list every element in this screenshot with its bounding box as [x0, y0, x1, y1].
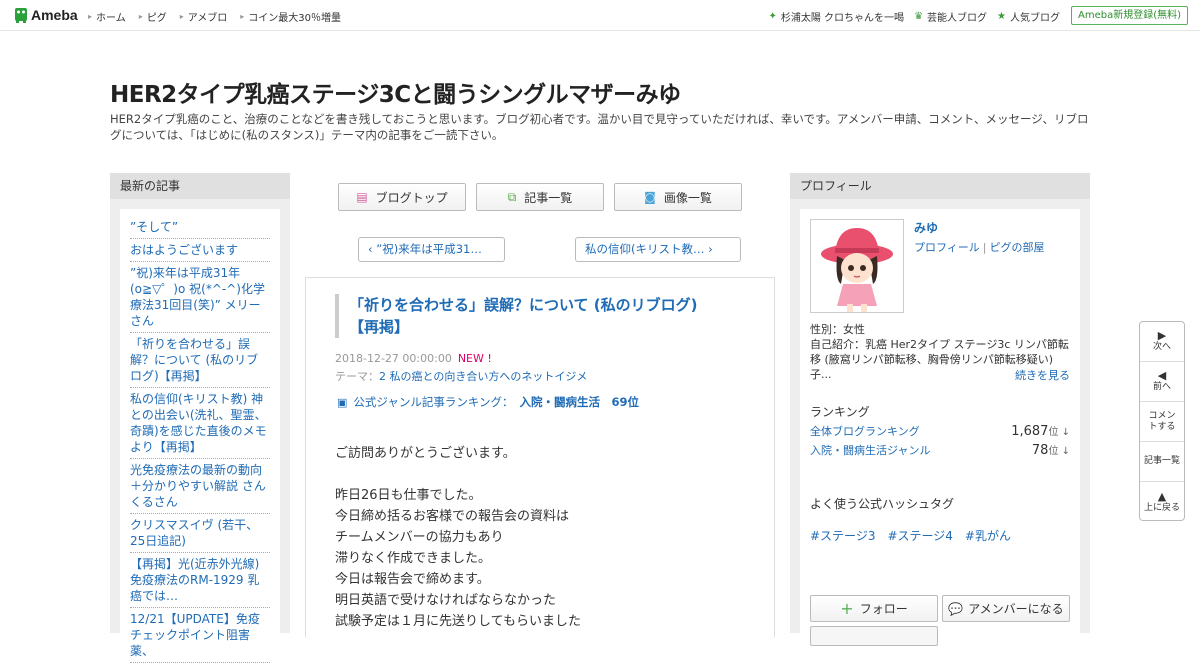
logo-text: Ameba: [31, 6, 78, 23]
new-badge: NEW !: [457, 352, 492, 365]
back-to-top-button[interactable]: ▲ 上に戻る: [1140, 482, 1184, 522]
body-line: 今日は報告会で締めます。: [335, 572, 490, 587]
crown-icon: ♛: [914, 11, 924, 22]
caret-right-icon: ▸: [240, 12, 245, 21]
recent-posts-list: ”そして” おはようございます ”祝)来年は平成31年(o≧▽゜)o 祝(*^-…: [120, 209, 280, 663]
ameba-logo[interactable]: Ameba: [14, 6, 78, 23]
article-date: 2018-12-27 00:00:00 NEW !: [335, 352, 492, 365]
camera-icon: ◙: [644, 190, 656, 204]
profile-name[interactable]: みゆ: [914, 219, 938, 236]
hashtag-link[interactable]: #乳がん: [965, 527, 1011, 544]
prev-button[interactable]: ◀ 前へ: [1140, 362, 1184, 402]
next-article-link[interactable]: 私の信仰(キリスト教… ›: [575, 237, 741, 262]
avatar[interactable]: [810, 219, 904, 313]
nav-home[interactable]: ▸ ホーム: [88, 9, 126, 24]
ameba-logo-icon: [15, 8, 27, 23]
hashtag-link[interactable]: #ステージ3: [810, 527, 875, 544]
nav-ameblo[interactable]: ▸ アメブロ: [180, 9, 228, 24]
copy-icon: ⧉: [507, 189, 517, 204]
caret-right-icon: ▸: [138, 12, 143, 21]
speech-bubble-icon: 💬: [948, 601, 964, 616]
profile-gender: 性別：女性: [810, 323, 865, 336]
next-button[interactable]: ▶ 次へ: [1140, 322, 1184, 362]
ranking-row-genre[interactable]: 入院・闘病生活ジャンル 78位 ↓: [810, 442, 1070, 458]
triangle-up-icon: ▲: [1157, 489, 1167, 503]
divider: |: [982, 241, 987, 254]
body-line: 明日英語で受けなければならなかった: [335, 593, 557, 608]
body-line: ご訪問ありがとうございます。: [335, 446, 516, 461]
global-nav: ▸ ホーム ▸ ピグ ▸ アメブロ ▸ コイン最大30％増量: [88, 9, 354, 24]
hashtag-list: #ステージ3 #ステージ4 #乳がん: [810, 527, 1023, 544]
list-item[interactable]: ”そして”: [130, 216, 270, 239]
amember-button[interactable]: 💬 アメンバーになる: [942, 595, 1070, 622]
triangle-right-icon: ▶: [1157, 329, 1167, 342]
hashtag-link[interactable]: #ステージ4: [887, 527, 952, 544]
document-icon: ▤: [356, 190, 368, 204]
profile-link[interactable]: プロフィール: [914, 241, 980, 254]
profile-panel: プロフィール みゆ プロフィール | ピグの部屋 性別：女性 自己紹介：乳癌 Her…: [790, 173, 1090, 646]
ranking-row-overall[interactable]: 全体ブログランキング 1,687位 ↓: [810, 423, 1070, 439]
body-line: [335, 464, 755, 485]
recent-posts-heading: 最新の記事: [110, 173, 290, 199]
extra-button[interactable]: [810, 626, 938, 646]
caret-right-icon: ▸: [179, 12, 184, 21]
list-item[interactable]: クリスマスイヴ (若干、25日追記): [130, 514, 270, 553]
top-bar: Ameba ▸ ホーム ▸ ピグ ▸ アメブロ ▸ コイン最大30％増量 ✦ 杉浦太陽 ク…: [0, 0, 1200, 31]
floating-side-nav: ▶ 次へ ◀ 前へ コメントする 記事一覧 ▲ 上に戻る: [1139, 321, 1185, 521]
nav-pigg[interactable]: ▸ ピグ: [139, 9, 167, 24]
pig-room-link[interactable]: ピグの部屋: [990, 241, 1045, 254]
theme-link[interactable]: 2 私の癌との向き合い方へのネットイジメ: [379, 370, 587, 383]
list-item[interactable]: 光免疫療法の最新の動向＋分かりやすい解説 さんくるさん: [130, 459, 270, 514]
blog-description: HER2タイプ乳癌のこと、治療のことなどを書き残しておこうと思います。ブログ初心…: [110, 112, 1089, 142]
article-list-button[interactable]: ⧉ 記事一覧: [476, 183, 604, 211]
list-item[interactable]: 「祈りを合わせる」誤解？について (私のリブログ)【再掲】: [130, 333, 270, 388]
plus-icon: +: [840, 599, 854, 618]
hashtag-heading: よく使う公式ハッシュタグ: [810, 497, 955, 511]
profile-box: みゆ プロフィール | ピグの部屋 性別：女性 自己紹介：乳癌 Her2タイプ ステ…: [800, 209, 1080, 646]
body-line: 滞りなく作成できました。: [335, 551, 492, 566]
follow-button[interactable]: + フォロー: [810, 595, 938, 622]
chevron-right-icon: ›: [704, 242, 713, 256]
nav-coin[interactable]: ▸ コイン最大30％増量: [240, 9, 341, 24]
calendar-icon: ▣: [337, 395, 348, 409]
star-icon: ★: [997, 11, 1006, 22]
article-list-side-button[interactable]: 記事一覧: [1140, 442, 1184, 482]
see-more-link[interactable]: 続きを見る: [1015, 367, 1070, 383]
blog-top-button[interactable]: ▤ ブログトップ: [338, 183, 466, 211]
avatar-illustration: [821, 228, 893, 312]
triangle-left-icon: ◀: [1157, 369, 1167, 382]
blog-nav-buttons: ▤ ブログトップ ⧉ 記事一覧 ◙ 画像一覧: [338, 183, 752, 211]
recent-posts-panel: 最新の記事 ”そして” おはようございます ”祝)来年は平成31年(o≧▽゜)o…: [110, 173, 290, 663]
body-line: 今日締め括るお客様での報告会の資料は: [335, 509, 570, 524]
list-item[interactable]: 私の信仰(キリスト教) 神との出会い(洗礼、聖霊、奇蹟)を感じた直後のメモより【…: [130, 388, 270, 459]
article-title[interactable]: 「祈りを合わせる」誤解？について (私のリブログ)【再掲】: [335, 294, 715, 338]
celebrity-blog-link[interactable]: ♛ 芸能人ブログ: [914, 9, 987, 24]
image-list-button[interactable]: ◙ 画像一覧: [614, 183, 742, 211]
news-link[interactable]: ✦ 杉浦太陽 クロちゃんを一喝: [768, 9, 904, 24]
article-body: ご訪問ありがとうございます。 昨日26日も仕事でした。 今日締め括るお客様での報…: [335, 443, 755, 632]
list-item[interactable]: ”祝)来年は平成31年(o≧▽゜)o 祝(*^-^)化学療法31回目(笑)” メ…: [130, 262, 270, 333]
genre-ranking-link[interactable]: ▣ 公式ジャンル記事ランキング： 入院・闘病生活 69位: [337, 394, 639, 410]
caret-right-icon: ▸: [88, 12, 93, 21]
ranking-heading: ランキング: [810, 405, 870, 419]
article-theme: テーマ：2 私の癌との向き合い方へのネットイジメ: [335, 370, 588, 383]
sparkle-icon: ✦: [768, 11, 777, 22]
blog-title[interactable]: HER2タイプ乳癌ステージ3Cと闘うシングルマザーみゆ: [110, 75, 681, 109]
comment-button[interactable]: コメントする: [1140, 402, 1184, 442]
signup-button[interactable]: Ameba新規登録(無料): [1070, 6, 1188, 25]
body-line: チームメンバーの協力もあり: [335, 530, 504, 545]
body-line: 試験予定は１月に先送りしてもらいました: [335, 614, 581, 629]
body-line: 昨日26日も仕事でした。: [335, 488, 482, 503]
header-right-links: ✦ 杉浦太陽 クロちゃんを一喝 ♛ 芸能人ブログ ★ 人気ブログ: [758, 9, 1060, 24]
prev-article-link[interactable]: ‹ ”祝)来年は平成31…: [358, 237, 505, 262]
popular-blog-link[interactable]: ★ 人気ブログ: [997, 9, 1060, 24]
list-item[interactable]: 【再掲】光(近赤外光線)免疫療法のRM-1929 乳癌では…: [130, 553, 270, 608]
list-item[interactable]: 12/21【UPDATE】免疫チェックポイント阻害薬、: [130, 608, 270, 663]
list-item[interactable]: おはようございます: [130, 239, 270, 262]
profile-links: プロフィール | ピグの部屋: [914, 239, 1045, 255]
profile-heading: プロフィール: [790, 173, 1090, 199]
